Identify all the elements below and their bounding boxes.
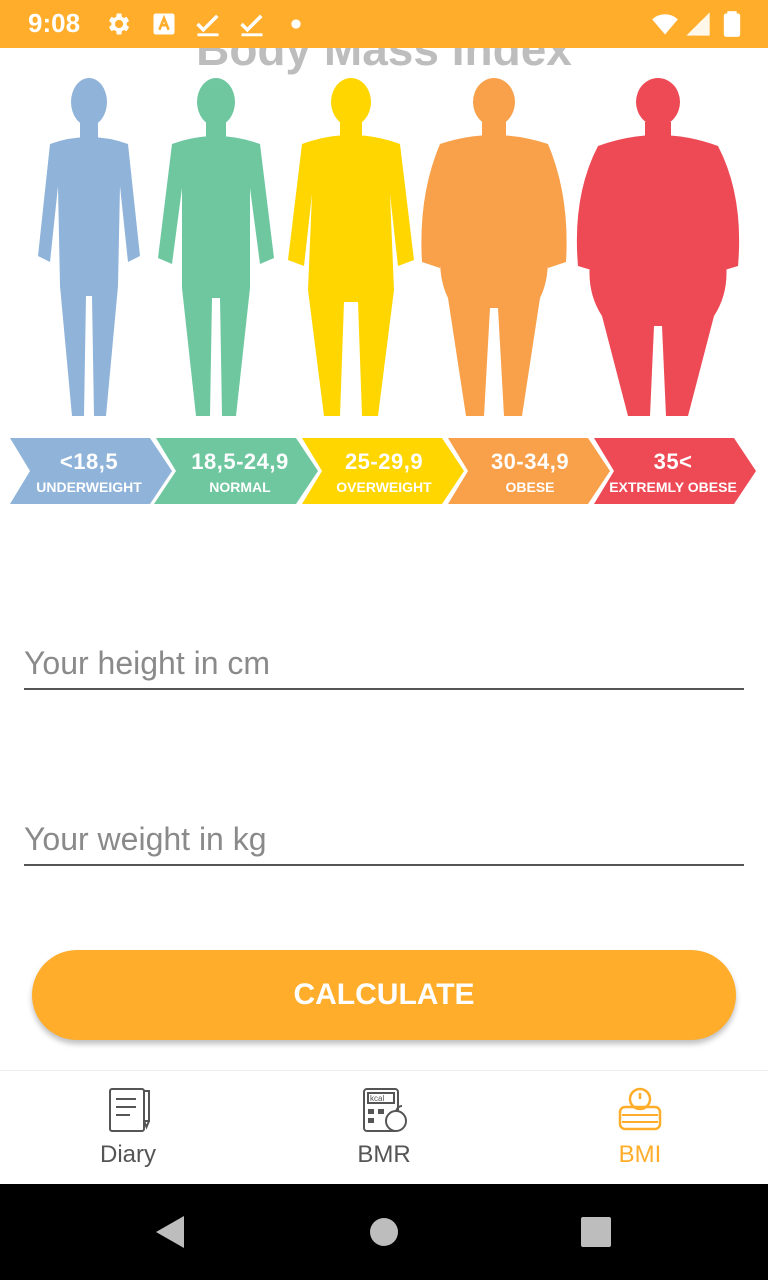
text-a-icon	[150, 10, 178, 38]
segment-range: 35<	[653, 449, 693, 474]
segment-underweight: <18,5 UNDERWEIGHT	[14, 438, 164, 504]
figure-overweight	[288, 78, 414, 416]
check-icon	[238, 10, 266, 38]
nav-item-diary[interactable]: Diary	[0, 1071, 256, 1185]
banner-title: Body Mass Index	[196, 48, 572, 75]
segment-name: OVERWEIGHT	[336, 479, 432, 495]
calculator-apple-icon: kcal	[360, 1085, 408, 1135]
segment-name: NORMAL	[209, 479, 271, 495]
recents-icon[interactable]	[576, 1212, 616, 1252]
svg-text:kcal: kcal	[370, 1094, 384, 1103]
segment-range: 18,5-24,9	[191, 449, 289, 474]
calculate-button[interactable]: CALCULATE	[32, 950, 736, 1040]
status-bar: 9:08	[0, 0, 768, 48]
status-time: 9:08	[28, 8, 81, 38]
segment-range: <18,5	[59, 449, 119, 474]
bmi-chart-image: Body Mass Index <18,5 UNDERWEIGHT 18,5-2…	[0, 48, 768, 518]
nav-item-bmr[interactable]: kcal BMR	[256, 1071, 512, 1185]
signal-icon	[684, 10, 712, 38]
height-input[interactable]	[24, 640, 744, 686]
figure-extremely-obese	[576, 78, 740, 416]
nav-item-bmi[interactable]: BMI	[512, 1071, 768, 1185]
gear-icon	[104, 10, 132, 38]
figure-underweight	[38, 78, 140, 416]
body-figures	[0, 76, 768, 421]
weight-field	[24, 816, 744, 866]
scale-icon	[616, 1085, 664, 1135]
segment-name: OBESE	[505, 479, 555, 495]
nav-label: Diary	[99, 1141, 156, 1168]
dot-icon	[282, 10, 310, 38]
check-icon	[194, 10, 222, 38]
figure-normal	[158, 78, 274, 416]
height-field	[24, 640, 744, 690]
segment-range: 30-34,9	[490, 449, 570, 474]
nav-label: BMI	[618, 1141, 662, 1168]
battery-icon	[718, 10, 746, 38]
segment-overweight: 25-29,9 OVERWEIGHT	[309, 438, 459, 504]
segment-extremely-obese: 35< EXTREMLY OBESE	[598, 438, 748, 504]
segment-normal: 18,5-24,9 NORMAL	[165, 438, 315, 504]
wifi-icon	[648, 10, 682, 38]
figure-obese	[421, 78, 567, 416]
weight-input[interactable]	[24, 816, 744, 862]
segment-name: UNDERWEIGHT	[36, 479, 142, 495]
segment-range: 25-29,9	[344, 449, 424, 474]
bottom-nav: Diary kcal BMR BMI	[0, 1070, 768, 1184]
notebook-icon	[104, 1085, 152, 1135]
system-nav-bar	[0, 1184, 768, 1280]
segment-obese: 30-34,9 OBESE	[455, 438, 605, 504]
home-icon[interactable]	[364, 1212, 404, 1252]
back-icon[interactable]	[150, 1212, 190, 1252]
segment-name: EXTREMLY OBESE	[609, 479, 737, 495]
nav-label: BMR	[357, 1141, 411, 1168]
